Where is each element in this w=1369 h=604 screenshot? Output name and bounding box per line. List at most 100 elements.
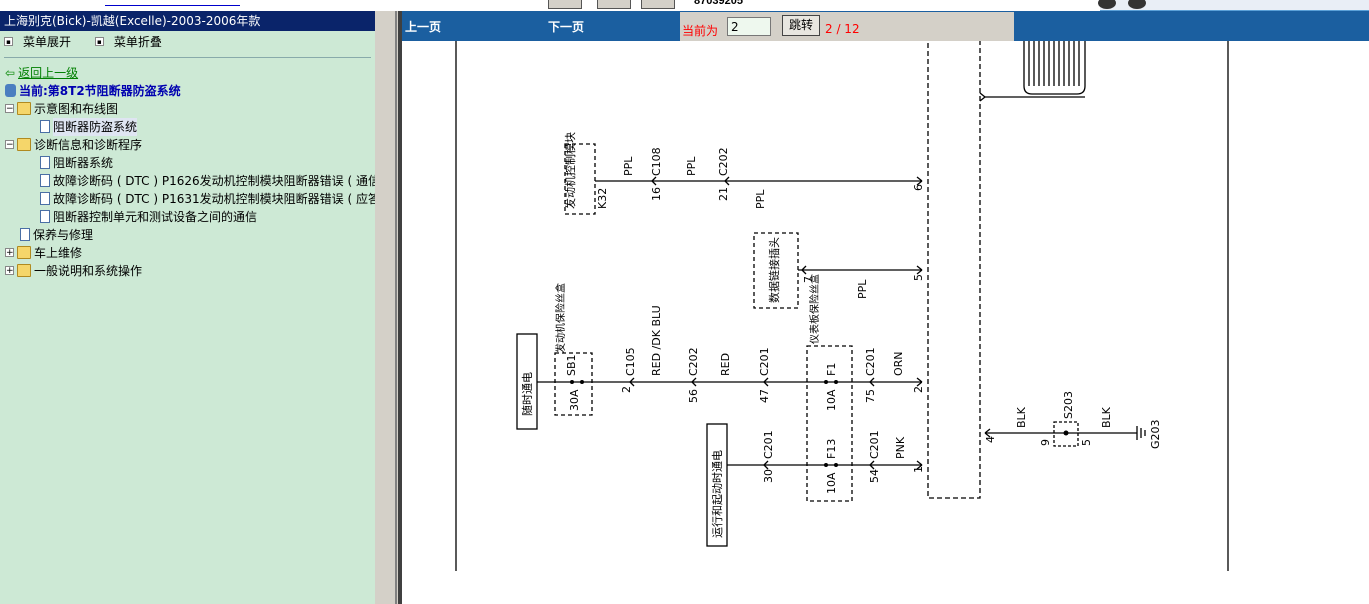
fuse-rating: 10A	[825, 472, 838, 494]
pin-number: 21	[717, 187, 730, 201]
current-page-label: 当前为	[682, 24, 719, 38]
folder-open-icon	[17, 102, 31, 115]
collapse-icon[interactable]: −	[5, 104, 14, 114]
fuse-label: F1	[825, 363, 838, 376]
current-section: 当前:第8T2节阻断器防盗系统	[5, 82, 181, 100]
fuse-rating: 30A	[568, 389, 581, 411]
person-icon	[5, 84, 16, 97]
wiring-diagram: 发动机控制模块 K32 PPL C108 16 PPL C202 21 PPL …	[402, 41, 1369, 604]
toolbar-button[interactable]	[597, 0, 631, 9]
connector-label: C201	[868, 430, 881, 459]
hot-at-all-times-label: 随时通电	[520, 372, 534, 416]
connector-label: C201	[762, 430, 775, 459]
menu-grid-icon: ▪	[4, 37, 13, 46]
folder-icon	[17, 246, 31, 259]
document-icon	[40, 210, 50, 223]
pin-number: 47	[758, 389, 771, 403]
prev-page-link[interactable]: 上一页	[405, 18, 441, 35]
wire-color: PPL	[622, 156, 635, 176]
wire-color: BLK	[1100, 406, 1113, 428]
top-code: 87039205	[694, 0, 743, 7]
ecm-label: 发动机控制模块	[563, 132, 577, 209]
document-icon	[40, 120, 50, 133]
engine-fuse-box-label: 发动机保险丝盒	[554, 283, 567, 353]
wire-color: PNK	[894, 436, 907, 459]
pin-number: 6	[912, 184, 925, 191]
tree-item[interactable]: + 一般说明和系统操作	[5, 262, 142, 280]
pin-number: 54	[868, 469, 881, 483]
panel-title: 上海别克(Bick)-凯越(Excelle)-2003-2006年款	[0, 11, 375, 31]
expand-icon[interactable]: +	[5, 248, 14, 258]
page-navbar: 上一页 下一页 当前为 跳转 2 / 12	[402, 11, 1369, 41]
pin-number: 16	[650, 187, 663, 201]
tree-item[interactable]: 阻断器防盗系统	[40, 118, 138, 136]
run-crank-label: 运行和起动时通电	[711, 450, 724, 538]
wire-color: ORN	[892, 351, 905, 376]
document-icon	[40, 174, 50, 187]
ip-fuse-box-label: 仪表板保险丝盒	[808, 274, 821, 344]
pin-number: 9	[1039, 439, 1052, 446]
tree-item[interactable]: − 示意图和布线图	[5, 100, 118, 118]
wire-color: PPL	[685, 156, 698, 176]
wire-color: PPL	[856, 279, 869, 299]
pin-number: 4	[984, 436, 997, 443]
left-panel: 上海别克(Bick)-凯越(Excelle)-2003-2006年款 ▪ 菜单展开…	[0, 11, 375, 604]
pin-number: 56	[687, 389, 700, 403]
pin-number: 2	[620, 386, 633, 393]
next-page-link[interactable]: 下一页	[548, 18, 584, 35]
pin-number: 1	[912, 466, 925, 473]
fuse-label: F13	[825, 439, 838, 459]
back-arrow-icon: ⇦	[5, 66, 16, 80]
frame-splitter[interactable]	[375, 11, 402, 604]
connector-label: C105	[624, 347, 637, 376]
folder-icon	[17, 264, 31, 277]
divider	[4, 57, 371, 58]
wire-color: BLK	[1015, 406, 1028, 428]
goto-button[interactable]: 跳转	[782, 15, 820, 36]
tree-item[interactable]: 阻断器系统	[40, 154, 113, 172]
wiring-diagram-svg: 发动机控制模块 K32 PPL C108 16 PPL C202 21 PPL …	[455, 41, 1229, 571]
tree-item[interactable]: 故障诊断码 ( DTC ) P1631发动机控制模块阻断器错误 ( 应答	[40, 190, 375, 208]
fuse-label: SB1	[565, 354, 578, 376]
pin-number: 30	[762, 469, 775, 483]
toolbar-button[interactable]	[548, 0, 582, 9]
tree-item[interactable]: 保养与修理	[20, 226, 93, 244]
back-link[interactable]: ⇦ 返回上一级	[5, 64, 78, 82]
toolbar-button[interactable]	[641, 0, 675, 9]
connector-label: C108	[650, 147, 663, 176]
dlc-label: 数据链接插头	[767, 237, 781, 303]
connector-label: C202	[687, 347, 700, 376]
expand-icon[interactable]: +	[5, 266, 14, 276]
wire-color: RED	[719, 353, 732, 376]
tree-item[interactable]: − 诊断信息和诊断程序	[5, 136, 142, 154]
fuse-rating: 10A	[825, 389, 838, 411]
menu-grid-icon: ▪	[94, 37, 104, 46]
connector-label: C201	[758, 347, 771, 376]
top-strip: 87039205	[0, 0, 1369, 11]
connector-label: C202	[717, 147, 730, 176]
tree-item[interactable]: + 车上维修	[5, 244, 82, 262]
document-icon	[40, 192, 50, 205]
tree-item[interactable]: 阻断器控制单元和测试设备之间的通信	[40, 208, 257, 226]
page-number-input[interactable]	[727, 17, 771, 36]
wire-color: PPL	[754, 189, 767, 209]
connector-label: C201	[864, 347, 877, 376]
page-count: 2 / 12	[825, 22, 860, 36]
collapse-icon[interactable]: −	[5, 140, 14, 150]
page-jump-box: 当前为 跳转 2 / 12	[680, 12, 1014, 41]
pin-number: 5	[912, 274, 925, 281]
menu-toolbar: ▪ 菜单展开 ▪ 菜单折叠	[0, 31, 375, 51]
collapse-menu[interactable]: ▪ 菜单折叠	[94, 35, 172, 49]
pin-number: 5	[1080, 439, 1093, 446]
wire-color: RED /DK BLU	[650, 305, 663, 376]
expand-menu[interactable]: ▪ 菜单展开	[4, 35, 81, 49]
document-icon	[20, 228, 30, 241]
splice-label: S203	[1062, 391, 1075, 419]
top-link[interactable]	[105, 0, 240, 6]
pin-number: 2	[912, 386, 925, 393]
tree-item[interactable]: 故障诊断码 ( DTC ) P1626发动机控制模块阻断器错误 ( 通信	[40, 172, 375, 190]
pin-number: 75	[864, 389, 877, 403]
folder-open-icon	[17, 138, 31, 151]
connector-label: K32	[596, 188, 609, 209]
ground-label: G203	[1149, 419, 1162, 449]
